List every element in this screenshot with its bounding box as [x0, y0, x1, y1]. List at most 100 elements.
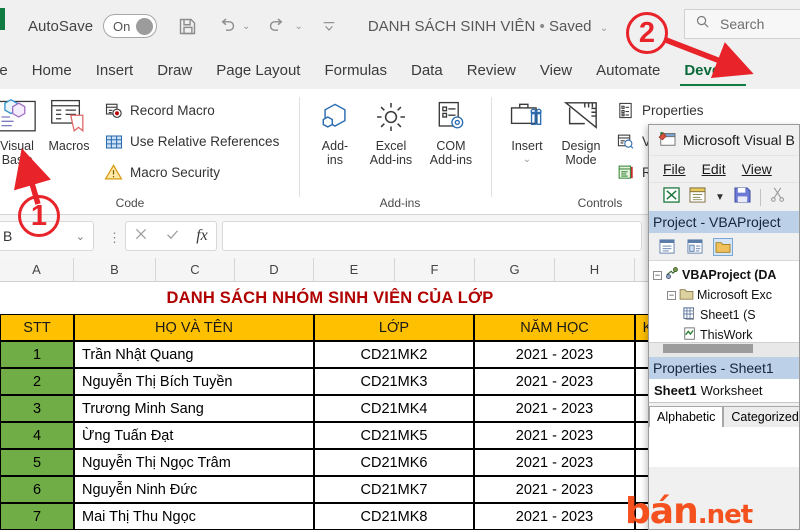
tab-alphabetic[interactable]: Alphabetic — [649, 406, 724, 427]
macro-security-button[interactable]: Macro Security — [104, 163, 220, 182]
cell-lop[interactable]: CD21MK2 — [314, 341, 474, 368]
table-row[interactable]: 6 Nguyễn Ninh Đức CD21MK7 2021 - 2023 — [0, 476, 660, 503]
cell-nam[interactable]: 2021 - 2023 — [474, 368, 635, 395]
autosave-toggle[interactable]: On — [103, 14, 158, 38]
title-dropdown-icon[interactable]: ⌄ — [600, 23, 608, 34]
properties-object-selector[interactable]: Sheet1 Worksheet — [649, 379, 799, 403]
tab-formulas[interactable]: Formulas — [312, 62, 399, 79]
table-row[interactable]: 5 Nguyễn Thị Ngọc Trâm CD21MK6 2021 - 20… — [0, 449, 660, 476]
cell-name[interactable]: Nguyễn Thị Ngọc Trâm — [74, 449, 314, 476]
cancel-icon[interactable] — [134, 227, 148, 245]
tab-view[interactable]: View — [528, 62, 584, 79]
cell-stt[interactable]: 1 — [0, 341, 74, 368]
column-header-f[interactable]: F — [395, 258, 475, 281]
excel-addins-button[interactable]: Excel Add-ins — [364, 95, 418, 167]
cut-icon[interactable] — [770, 187, 785, 207]
cell-name[interactable]: Ừng Tuấn Đạt — [74, 422, 314, 449]
cell-name[interactable]: Nguyễn Ninh Đức — [74, 476, 314, 503]
view-object-panel-icon[interactable] — [685, 238, 705, 256]
visual-basic-button[interactable]: Visual Basic — [0, 95, 44, 167]
cell-stt[interactable]: 2 — [0, 368, 74, 395]
cell-nam[interactable]: 2021 - 2023 — [474, 341, 635, 368]
insert-userform-icon[interactable] — [689, 186, 706, 208]
cell-nam[interactable]: 2021 - 2023 — [474, 395, 635, 422]
use-relative-references-button[interactable]: Use Relative References — [104, 132, 279, 151]
view-excel-icon[interactable] — [663, 186, 680, 208]
cell-nam[interactable]: 2021 - 2023 — [474, 449, 635, 476]
redo-dropdown-icon[interactable]: ⌄ — [294, 21, 302, 32]
cell-name[interactable]: Trương Minh Sang — [74, 395, 314, 422]
column-header-d[interactable]: D — [235, 258, 314, 281]
undo-dropdown-icon[interactable]: ⌄ — [242, 21, 250, 32]
tab-developer[interactable]: Develo — [672, 62, 746, 86]
cell-nam[interactable]: 2021 - 2023 — [474, 503, 635, 530]
com-addins-button[interactable]: COM Add-ins — [424, 95, 478, 167]
redo-icon[interactable] — [267, 16, 289, 36]
vba-project-tree[interactable]: − VBAProject (DA − Microsoft Exc Sheet1 … — [649, 261, 799, 357]
formula-bar-options-icon[interactable]: ⋮ — [108, 230, 121, 246]
cell-stt[interactable]: 3 — [0, 395, 74, 422]
addins-button[interactable]: Add- ins — [308, 95, 362, 167]
tab-categorized[interactable]: Categorized — [723, 406, 799, 427]
properties-button[interactable]: Properties — [616, 101, 704, 120]
tree-horizontal-scrollbar-thumb[interactable] — [663, 344, 753, 353]
column-header-c[interactable]: C — [156, 258, 235, 281]
cell-name[interactable]: Nguyễn Thị Bích Tuyền — [74, 368, 314, 395]
design-mode-button[interactable]: Design Mode — [554, 95, 608, 167]
tree-expander-icon[interactable]: − — [653, 270, 662, 280]
name-box-dropdown-icon[interactable]: ⌄ — [76, 230, 85, 243]
tab-insert[interactable]: Insert — [84, 62, 146, 79]
tab-home[interactable]: Home — [20, 62, 84, 79]
tree-node-sheet1[interactable]: Sheet1 (S — [651, 305, 799, 325]
vba-menu-edit[interactable]: Edit — [702, 161, 726, 177]
macros-button[interactable]: Macros — [42, 95, 96, 153]
insert-control-button[interactable]: Insert ⌄ — [500, 95, 554, 167]
cell-lop[interactable]: CD21MK3 — [314, 368, 474, 395]
view-code-panel-icon[interactable] — [657, 238, 677, 256]
vba-properties-panel-title[interactable]: Properties - Sheet1 — [649, 357, 799, 379]
cell-nam[interactable]: 2021 - 2023 — [474, 476, 635, 503]
cell-nam[interactable]: 2021 - 2023 — [474, 422, 635, 449]
tab-automate[interactable]: Automate — [584, 62, 672, 79]
tree-node-vbaproject[interactable]: − VBAProject (DA — [651, 265, 799, 285]
vba-save-icon[interactable] — [734, 186, 751, 208]
cell-name[interactable]: Trần Nhật Quang — [74, 341, 314, 368]
column-header-a[interactable]: A — [0, 258, 74, 281]
cell-lop[interactable]: CD21MK6 — [314, 449, 474, 476]
cell-stt[interactable]: 5 — [0, 449, 74, 476]
table-row[interactable]: 2 Nguyễn Thị Bích Tuyền CD21MK3 2021 - 2… — [0, 368, 660, 395]
customize-quick-access-icon[interactable] — [320, 18, 338, 34]
insert-function-icon[interactable]: fx — [196, 227, 208, 245]
cell-lop[interactable]: CD21MK5 — [314, 422, 474, 449]
cell-lop[interactable]: CD21MK4 — [314, 395, 474, 422]
formula-input[interactable] — [222, 221, 642, 251]
run-dialog-button[interactable]: R — [616, 163, 652, 182]
tree-expander-icon[interactable]: − — [667, 290, 676, 300]
tree-horizontal-scrollbar-track[interactable] — [649, 342, 799, 357]
vba-project-panel-title[interactable]: Project - VBAProject — [649, 211, 799, 233]
insert-control-dropdown-icon[interactable]: ⌄ — [500, 153, 554, 167]
cell-lop[interactable]: CD21MK7 — [314, 476, 474, 503]
insert-dropdown-icon[interactable]: ▼ — [715, 192, 725, 203]
tab-draw[interactable]: Draw — [145, 62, 204, 79]
undo-icon[interactable] — [215, 16, 237, 36]
table-row[interactable]: 1 Trần Nhật Quang CD21MK2 2021 - 2023 — [0, 341, 660, 368]
tab-review[interactable]: Review — [455, 62, 528, 79]
tab-file[interactable]: le — [0, 62, 20, 79]
tab-data[interactable]: Data — [399, 62, 455, 79]
document-title[interactable]: DANH SÁCH SINH VIÊN • Saved ⌄ — [368, 18, 608, 35]
vba-editor-window[interactable]: Microsoft Visual B File Edit View ▼ Proj… — [648, 124, 800, 530]
cell-name[interactable]: Mai Thị Thu Ngọc — [74, 503, 314, 530]
column-header-e[interactable]: E — [314, 258, 395, 281]
column-header-h[interactable]: H — [555, 258, 635, 281]
cell-stt[interactable]: 6 — [0, 476, 74, 503]
properties-list[interactable] — [649, 427, 799, 467]
column-header-b[interactable]: B — [74, 258, 156, 281]
column-header-g[interactable]: G — [475, 258, 555, 281]
record-macro-button[interactable]: Record Macro — [104, 101, 215, 120]
cell-stt[interactable]: 7 — [0, 503, 74, 530]
vba-menu-view[interactable]: View — [742, 161, 772, 177]
confirm-icon[interactable] — [165, 227, 180, 246]
tab-page-layout[interactable]: Page Layout — [204, 62, 312, 79]
table-row[interactable]: 7 Mai Thị Thu Ngọc CD21MK8 2021 - 2023 — [0, 503, 660, 530]
